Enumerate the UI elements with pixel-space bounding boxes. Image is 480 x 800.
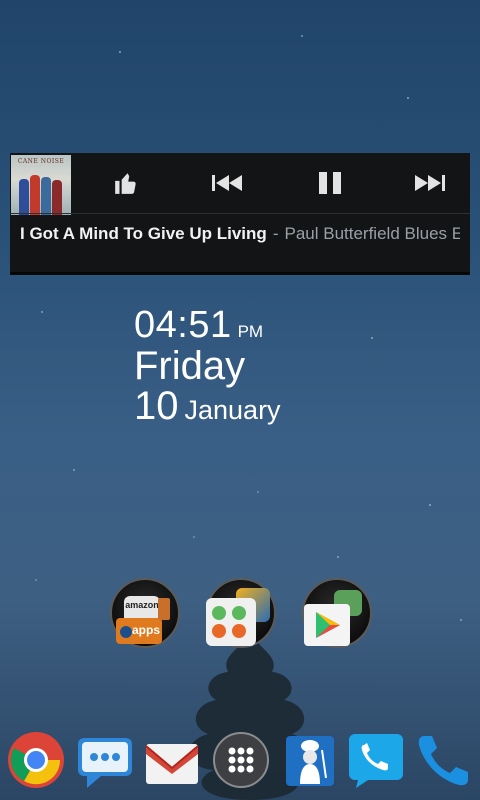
clock-date-number: 10	[134, 384, 179, 428]
clock-time: 04:51	[134, 304, 232, 346]
app-drawer-icon[interactable]	[211, 730, 271, 790]
song-title: I Got A Mind To Give Up Living	[20, 224, 267, 243]
play-store-icon	[304, 604, 350, 646]
clock-ampm: PM	[237, 322, 264, 341]
chef-app-icon[interactable]	[280, 730, 340, 790]
pause-button[interactable]	[310, 165, 350, 201]
messaging-icon[interactable]	[75, 730, 135, 790]
track-info[interactable]: I Got A Mind To Give Up Living - Paul Butt…	[20, 224, 460, 248]
pause-icon	[319, 172, 341, 194]
next-icon	[415, 175, 445, 191]
appstore-badge-icon	[120, 626, 132, 638]
time-row: 04:51 PM	[134, 304, 263, 347]
previous-icon	[212, 175, 242, 191]
phone-icon[interactable]	[346, 730, 406, 790]
track-separator: -	[272, 224, 279, 243]
playback-controls	[72, 153, 470, 211]
date-row: 10 January	[134, 384, 281, 429]
album-art-text: CANE NOISE	[17, 158, 65, 165]
dots-app-icon	[206, 598, 256, 646]
thumbs-up-icon	[115, 173, 136, 194]
gmail-icon[interactable]	[142, 730, 202, 790]
clock-widget[interactable]: 04:51 PM Friday 10 January	[134, 304, 281, 428]
folder-extra-icon	[158, 598, 170, 620]
widget-divider	[10, 213, 470, 214]
clock-month: January	[184, 395, 281, 425]
amazon-apps-folder[interactable]: amazon apps	[110, 578, 180, 648]
thumbs-up-button[interactable]	[106, 165, 146, 201]
apps-folder[interactable]	[206, 578, 276, 648]
album-art[interactable]: CANE NOISE	[11, 155, 71, 215]
play-store-folder[interactable]	[302, 578, 372, 648]
music-widget[interactable]: CANE NOISE I Got A Mind To Give Up Livin…	[10, 153, 470, 275]
amazon-label: amazon	[125, 600, 159, 610]
previous-button[interactable]	[208, 165, 248, 201]
chrome-icon[interactable]	[6, 730, 66, 790]
apps-label: apps	[132, 623, 161, 637]
artist-name: Paul Butterfield Blues E	[284, 224, 460, 243]
phone-handset-icon[interactable]	[414, 730, 474, 790]
clock-day: Friday	[134, 344, 246, 388]
next-button[interactable]	[409, 165, 449, 201]
